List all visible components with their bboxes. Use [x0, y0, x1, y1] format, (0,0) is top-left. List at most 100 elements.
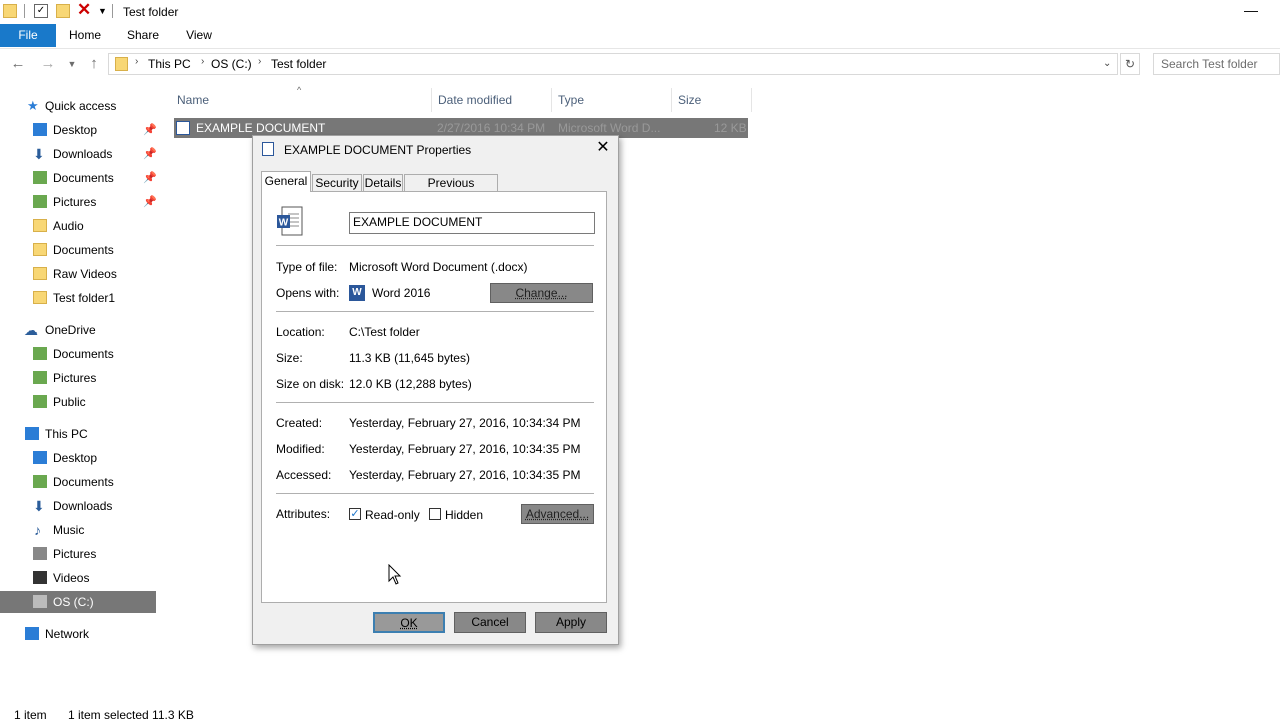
- tab-home[interactable]: Home: [62, 24, 108, 47]
- created-value: Yesterday, February 27, 2016, 10:34:34 P…: [349, 416, 581, 430]
- delete-icon[interactable]: ✕: [77, 1, 91, 19]
- tab-file[interactable]: File: [0, 24, 56, 47]
- modified-label: Modified:: [276, 442, 325, 456]
- read-only-checkbox[interactable]: ✓: [349, 508, 361, 520]
- nav-qa-documents[interactable]: Documents 📌: [0, 167, 157, 189]
- column-separator[interactable]: [431, 88, 432, 112]
- nav-label: Desktop: [53, 123, 98, 137]
- pin-icon[interactable]: 📌: [143, 119, 157, 141]
- change-button[interactable]: Change...: [490, 283, 593, 303]
- folder-icon: [3, 4, 17, 18]
- nav-qa-downloads[interactable]: ⬇ Downloads 📌: [0, 143, 157, 165]
- tab-general[interactable]: General: [261, 171, 311, 192]
- nav-onedrive[interactable]: ☁ OneDrive: [0, 319, 156, 341]
- close-icon[interactable]: ✕: [593, 138, 613, 158]
- breadcrumb-this-pc[interactable]: This PC: [148, 57, 191, 71]
- pin-icon[interactable]: 📌: [143, 143, 157, 165]
- nav-pc-downloads[interactable]: ⬇ Downloads: [0, 495, 156, 517]
- hidden-checkbox[interactable]: [429, 508, 441, 520]
- nav-onedrive-pictures[interactable]: Pictures: [0, 367, 156, 389]
- file-size: 12 KB: [714, 121, 747, 135]
- desktop-icon: [33, 123, 47, 136]
- hidden-label[interactable]: Hidden: [445, 508, 483, 522]
- tab-details[interactable]: Details: [363, 174, 403, 191]
- up-arrow-icon[interactable]: ↑: [86, 56, 102, 72]
- breadcrumb-os-c[interactable]: OS (C:): [211, 57, 252, 71]
- column-separator[interactable]: [751, 88, 752, 112]
- new-folder-icon[interactable]: [56, 4, 70, 18]
- cancel-button[interactable]: Cancel: [454, 612, 526, 633]
- back-arrow-icon[interactable]: ←: [10, 56, 26, 72]
- minimize-button[interactable]: —: [1244, 2, 1258, 18]
- column-separator[interactable]: [551, 88, 552, 112]
- file-name: EXAMPLE DOCUMENT: [196, 121, 326, 135]
- pin-icon[interactable]: 📌: [143, 191, 157, 213]
- breadcrumb-test-folder[interactable]: Test folder: [271, 57, 326, 71]
- nav-label: Pictures: [53, 371, 97, 385]
- nav-qa-documents-folder[interactable]: Documents: [0, 239, 156, 261]
- search-input[interactable]: Search Test folder: [1153, 53, 1280, 75]
- nav-qa-desktop[interactable]: Desktop 📌: [0, 119, 157, 141]
- tab-previous-versions[interactable]: Previous Versions: [404, 174, 498, 206]
- tab-view[interactable]: View: [177, 24, 221, 47]
- pin-icon[interactable]: 📌: [143, 167, 157, 189]
- nav-label: Downloads: [53, 147, 113, 161]
- recent-locations-chevron-icon[interactable]: ▼: [64, 56, 80, 72]
- refresh-icon[interactable]: ↻: [1120, 53, 1140, 75]
- column-header-name[interactable]: Name: [177, 92, 209, 114]
- nav-qa-test-folder1[interactable]: Test folder1: [0, 287, 156, 309]
- nav-pc-music[interactable]: ♪ Music: [0, 519, 156, 541]
- nav-network[interactable]: Network: [0, 623, 156, 645]
- nav-quick-access[interactable]: ★ Quick access: [0, 95, 150, 117]
- nav-qa-audio[interactable]: Audio: [0, 215, 156, 237]
- nav-label: Network: [45, 627, 90, 641]
- opens-with-label: Opens with:: [276, 286, 340, 300]
- nav-this-pc[interactable]: This PC: [0, 423, 156, 445]
- location-value: C:\Test folder: [349, 325, 420, 339]
- tab-security[interactable]: Security: [312, 174, 362, 191]
- customize-quick-access-icon[interactable]: ▼: [98, 6, 112, 20]
- nav-pc-os-c[interactable]: OS (C:): [0, 591, 156, 613]
- documents-icon: [33, 475, 47, 488]
- divider: [276, 245, 594, 246]
- opens-with-value: Word 2016: [372, 286, 431, 300]
- nav-qa-raw-videos[interactable]: Raw Videos: [0, 263, 156, 285]
- read-only-label[interactable]: Read-only: [365, 508, 420, 522]
- apply-button-label: Apply: [555, 615, 587, 629]
- nav-label: Videos: [53, 571, 90, 585]
- column-header-size[interactable]: Size: [678, 92, 701, 114]
- address-history-chevron-icon[interactable]: ⌄: [1103, 58, 1111, 69]
- download-arrow-icon: ⬇: [33, 146, 45, 162]
- nav-label: Music: [53, 523, 85, 537]
- word-document-icon: [176, 121, 190, 135]
- breadcrumb-separator-icon[interactable]: ›: [201, 56, 204, 67]
- film-icon: [33, 571, 47, 584]
- column-separator[interactable]: [671, 88, 672, 112]
- ok-button[interactable]: OK: [373, 612, 445, 633]
- nav-label: Documents: [53, 171, 114, 185]
- cancel-button-label: Cancel: [471, 615, 509, 629]
- network-icon: [25, 627, 39, 640]
- word-app-icon: W: [349, 285, 365, 301]
- address-bar[interactable]: › This PC › OS (C:) › Test folder ⌄: [108, 53, 1118, 75]
- divider: [276, 402, 594, 403]
- nav-onedrive-documents[interactable]: Documents: [0, 343, 156, 365]
- file-name-field[interactable]: EXAMPLE DOCUMENT: [349, 212, 595, 234]
- properties-icon[interactable]: ✓: [34, 4, 48, 18]
- nav-pc-pictures[interactable]: Pictures: [0, 543, 156, 565]
- nav-onedrive-public[interactable]: Public: [0, 391, 156, 413]
- tab-share[interactable]: Share: [120, 24, 166, 47]
- nav-pc-videos[interactable]: Videos: [0, 567, 156, 589]
- apply-button[interactable]: Apply: [535, 612, 607, 633]
- column-header-type[interactable]: Type: [558, 92, 584, 114]
- advanced-button[interactable]: Advanced...: [521, 504, 594, 524]
- nav-pc-documents[interactable]: Documents: [0, 471, 156, 493]
- column-header-date[interactable]: Date modified: [438, 92, 512, 114]
- breadcrumb-separator-icon[interactable]: ›: [258, 56, 261, 67]
- nav-qa-pictures[interactable]: Pictures 📌: [0, 191, 157, 213]
- file-date: 2/27/2016 10:34 PM: [437, 121, 546, 135]
- nav-label: Pictures: [53, 195, 97, 209]
- forward-arrow-icon[interactable]: →: [40, 56, 56, 72]
- nav-label: Documents: [53, 347, 114, 361]
- nav-pc-desktop[interactable]: Desktop: [0, 447, 156, 469]
